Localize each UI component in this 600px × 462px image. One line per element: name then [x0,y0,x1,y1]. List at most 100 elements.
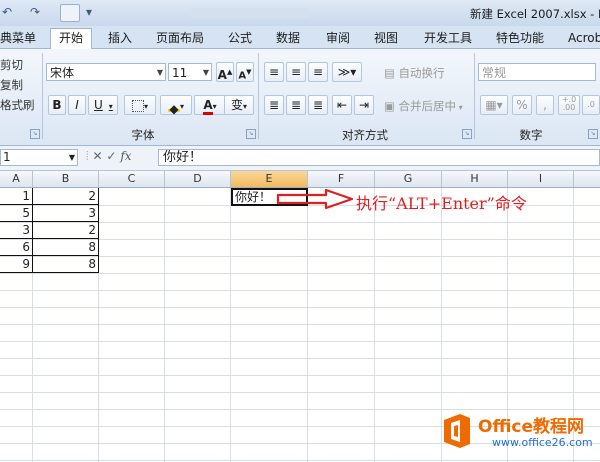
cell-b1[interactable]: 2 [33,188,99,205]
currency-icon: ▦▾ [485,98,503,112]
align-right-button[interactable]: ≣ [308,95,328,115]
paint-icon[interactable] [60,4,80,22]
italic-button[interactable]: I [68,95,86,115]
phonetic-button[interactable]: 变▾ [224,95,254,115]
align-center-button[interactable]: ≣ [286,95,306,115]
orientation-button[interactable]: ≫▾ [332,62,362,82]
font-color-button[interactable]: A▾ [194,95,226,115]
cell-b3[interactable]: 2 [33,222,99,239]
bold-button[interactable]: B [48,95,66,115]
phonetic-icon: 变 [230,98,243,112]
chevron-down-icon: ▾ [212,102,217,111]
customize-quick-access-icon[interactable]: ▾ [86,5,92,19]
ribbon-tabs: 典菜单 开始 插入 页面布局 公式 数据 审阅 视图 开发工具 特色功能 Acr… [0,26,600,49]
insert-function-icon[interactable]: fx [120,149,131,163]
fill-color-button[interactable]: ◆▾ [160,95,192,116]
name-box[interactable]: 1 ▼ [0,149,78,166]
comma-button[interactable]: , [536,95,554,115]
align-right-icon: ≣ [312,98,324,112]
formula-buttons: ⦙ ✕ ✓ fx [86,149,132,164]
borders-button[interactable]: ▾ [124,95,156,115]
cell-b4[interactable]: 8 [33,239,99,256]
column-header-c[interactable]: C [99,171,165,187]
column-header-d[interactable]: D [165,171,231,187]
cut-button[interactable]: 剪切 [0,57,23,73]
cancel-icon[interactable]: ✕ [93,149,103,163]
column-header-a[interactable]: A [0,171,33,187]
column-header-e[interactable]: E [231,171,308,187]
clipboard-launcher-icon[interactable]: ↘ [30,129,40,139]
increase-indent-icon: ⇥ [358,98,370,112]
percent-button[interactable]: % [512,95,532,115]
tab-acrobat[interactable]: Acrob [568,29,600,47]
tab-review[interactable]: 审阅 [326,29,350,47]
tab-home[interactable]: 开始 [50,28,93,49]
decrease-indent-button[interactable]: ⇤ [332,95,352,115]
cell-a1[interactable]: 1 [0,188,33,205]
shrink-font-button[interactable]: A▼ [236,62,254,82]
cell-b5[interactable]: 8 [33,256,99,273]
cell-b2[interactable]: 3 [33,205,99,222]
group-separator [258,53,259,139]
column-header-j[interactable] [574,171,600,187]
tab-classic-menu[interactable]: 典菜单 [0,29,36,47]
cell-a2[interactable]: 5 [0,205,33,222]
font-size-combo[interactable]: 11 ▼ [168,63,212,81]
cell-a5[interactable]: 9 [0,256,33,273]
tab-insert[interactable]: 插入 [108,29,132,47]
tab-data[interactable]: 数据 [276,29,300,47]
undo-icon[interactable]: ↶ [2,5,12,19]
number-launcher-icon[interactable]: ↘ [588,129,598,139]
formula-input[interactable]: 你好！ [158,149,600,166]
cell-a3[interactable]: 3 [0,222,33,239]
align-middle-button[interactable]: ≡ [286,62,306,82]
font-name-combo[interactable]: 宋体 ▼ [46,63,166,81]
tab-developer[interactable]: 开发工具 [424,29,472,47]
underline-button[interactable]: U ▾ [88,95,118,115]
increase-decimal-button[interactable]: +.0 .00 [558,95,580,115]
watermark-title: Office教程网 [478,417,585,437]
title-bar: ↶ ↷ ▾ 新建 Excel 2007.xlsx - Mic [0,0,600,27]
decrease-indent-icon: ⇤ [336,98,348,112]
align-center-icon: ≣ [290,98,302,112]
align-left-button[interactable]: ≣ [264,95,284,115]
copy-button[interactable]: 复制 [0,77,23,93]
increase-indent-button[interactable]: ⇥ [354,95,374,115]
decrease-decimal-button[interactable]: .0 [582,95,600,115]
tab-formulas[interactable]: 公式 [228,29,252,47]
number-group-label: 数字 [519,128,543,142]
font-launcher-icon[interactable]: ↘ [246,129,256,139]
enter-icon[interactable]: ✓ [106,149,116,163]
tab-view[interactable]: 视图 [374,29,398,47]
align-top-button[interactable]: ≡ [264,62,284,82]
underline-icon: U [94,98,103,112]
grow-font-button[interactable]: A▲ [216,62,234,82]
office-logo-icon [444,414,470,448]
column-header-i[interactable]: I [508,171,574,187]
merge-center-button[interactable]: ▣ 合并后居中 ▾ [384,98,463,114]
watermark-url: www.office26.com [492,436,593,449]
name-box-value: 1 [3,150,11,164]
alignment-group-label: 对齐方式 [342,128,388,142]
format-painter-button[interactable]: 格式刷 [0,97,35,113]
column-header-g[interactable]: G [375,171,442,187]
group-separator [42,53,43,139]
tab-special-features[interactable]: 特色功能 [496,29,544,47]
office26-watermark: Office教程网 www.office26.com [440,410,600,460]
tab-page-layout[interactable]: 页面布局 [156,29,204,47]
number-format-combo[interactable]: 常规 [478,63,596,81]
column-header-b[interactable]: B [33,171,99,187]
column-header-h[interactable]: H [442,171,508,187]
merge-center-label: 合并后居中 [398,99,457,113]
column-header-f[interactable]: F [308,171,375,187]
wrap-text-button[interactable]: ▤ 自动换行 [384,65,445,81]
redo-icon[interactable]: ↷ [30,5,40,19]
currency-button[interactable]: ▦▾ [480,95,508,115]
decrease-decimal-icon: .0 [587,100,595,109]
align-bottom-button[interactable]: ≡ [308,62,328,82]
cell-a4[interactable]: 6 [0,239,33,256]
window-title: 新建 Excel 2007.xlsx - Mic [470,7,600,21]
alignment-launcher-icon[interactable]: ↘ [462,129,472,139]
number-format-value: 常规 [482,66,507,80]
chevron-down-icon: ▾ [143,102,148,111]
